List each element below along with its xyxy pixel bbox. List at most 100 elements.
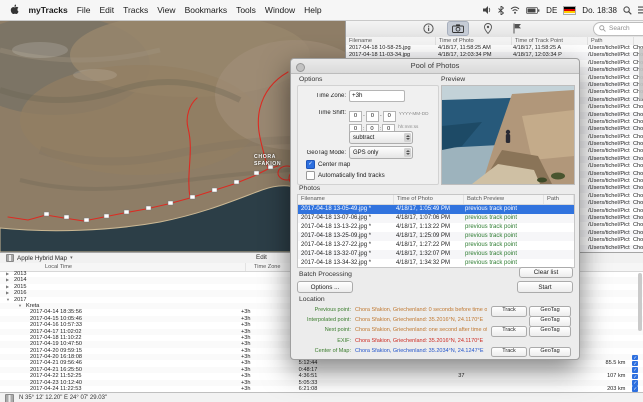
column-header-path[interactable]: Path (544, 195, 574, 204)
map-type-select[interactable]: Apple Hybrid Map (17, 255, 67, 262)
location-rows: Previous point:Chora Sfakion, Griechenla… (297, 305, 573, 356)
menu-item-edit[interactable]: Edit (95, 5, 119, 15)
cell-path: /Users/tichel/Pictures/201 (585, 75, 630, 82)
column-header-filename[interactable]: Filename (346, 37, 436, 45)
cell-time-of-photo: 4/18/17, 1:32:07 PM (393, 250, 462, 259)
chevron-down-icon: ▾ (70, 255, 73, 261)
pin-button[interactable] (478, 22, 498, 35)
search-input[interactable]: Search (593, 22, 643, 36)
cell-city: Cho (630, 141, 643, 148)
photo-preview (441, 85, 575, 185)
time-zone-input[interactable]: +3h (349, 90, 405, 102)
cell-city: Cho (630, 185, 643, 192)
photos-button[interactable] (447, 21, 469, 36)
row-checkbox[interactable]: ✓ (632, 355, 638, 361)
cell-city: Cho (630, 119, 643, 126)
cell-filename: 2017-04-18 13-13-22.jpg * (298, 223, 393, 232)
wifi-icon[interactable] (510, 6, 520, 14)
checkbox-box[interactable]: ✓ (306, 160, 315, 169)
bluetooth-icon[interactable] (498, 6, 504, 15)
german-flag-icon[interactable] (563, 6, 576, 15)
column-header-local-time[interactable]: Local Time (0, 263, 246, 271)
notification-center-icon[interactable] (638, 6, 643, 14)
shift-mode-value: subtract (353, 135, 374, 141)
menu-item-window[interactable]: Window (260, 5, 299, 15)
location-value: Chora Sfakion, Griechenland: 35.2016°N, … (355, 315, 487, 325)
dialog-photo-row[interactable]: 2017-04-18 13-27-22.jpg *4/18/17, 1:27:2… (298, 241, 574, 250)
checkbox-cell: ✓ (627, 355, 643, 361)
dialog-photo-row[interactable]: 2017-04-18 13-13-22.jpg *4/18/17, 1:13:2… (298, 223, 574, 232)
row-checkbox[interactable]: ✓ (632, 380, 638, 386)
info-button[interactable] (418, 22, 438, 35)
preview-section-label: Preview (441, 76, 465, 83)
date-format-hint: YYYY-MM-DD (399, 111, 429, 116)
vertical-scrollbar[interactable] (639, 48, 643, 100)
column-header-time-of-photo[interactable]: Time of Photo (394, 195, 464, 204)
map-grid-icon[interactable] (5, 394, 14, 402)
apple-menu[interactable] (6, 4, 24, 16)
cell-city: Cho (630, 200, 643, 207)
column-header-batch-preview[interactable]: Batch Preview (464, 195, 544, 204)
geotag-mode-select[interactable]: GPS only (349, 146, 413, 159)
location-label: EXIF: (297, 336, 351, 346)
dialog-titlebar[interactable]: Pool of Photos (291, 59, 579, 74)
row-checkbox[interactable]: ✓ (632, 361, 638, 367)
pool-photo-row[interactable]: 2017-04-18 10-58-25.jpg4/18/17, 11:58:25… (346, 45, 643, 52)
volume-icon[interactable] (483, 6, 492, 14)
batch-options-button[interactable]: Options ... (297, 281, 353, 293)
cell-path (541, 250, 574, 259)
close-button[interactable] (296, 63, 305, 72)
dialog-photo-row[interactable]: 2017-04-18 13-05-49.jpg *4/18/17, 1:05:4… (298, 205, 574, 214)
column-header-time-of-track-point[interactable]: Time of Track Point (512, 37, 588, 45)
dialog-photo-row[interactable]: 2017-04-18 13-07-06.jpg *4/18/17, 1:07:0… (298, 214, 574, 223)
cell-path: /Users/tichel/Pictures/201 (585, 67, 630, 74)
column-header-time-of-photo[interactable]: Time of Photo (436, 37, 512, 45)
column-header-path[interactable]: Path (588, 37, 634, 45)
location-row: Interpolated point:Chora Sfakion, Griech… (297, 315, 573, 325)
cell-city: Cho (630, 156, 643, 163)
cell-city: Cho (630, 134, 643, 141)
shift-mode-select[interactable]: subtract (349, 131, 413, 144)
row-checkbox[interactable]: ✓ (632, 367, 638, 373)
menu-item-view[interactable]: View (153, 5, 180, 15)
dialog-photo-row[interactable]: 2017-04-18 13-25-09.jpg *4/18/17, 1:25:0… (298, 232, 574, 241)
menu-clock[interactable]: Do. 18:38 (582, 6, 617, 15)
options-section-label: Options (299, 76, 322, 83)
cell-distance: 85.5 km (579, 360, 628, 366)
cell-path: /Users/tichel/Pictures/201 (585, 215, 630, 222)
cell-time-of-photo: 4/18/17, 1:34:32 PM (393, 259, 462, 268)
column-header-filename[interactable]: Filename (298, 195, 394, 204)
menu-item-tools[interactable]: Tools (232, 5, 261, 15)
location-value: Chora Sfakion, Griechenland: 35.2034°N, … (355, 346, 487, 356)
spotlight-icon[interactable] (623, 6, 632, 15)
track-button[interactable]: Track (491, 347, 527, 358)
cursor-coordinates: N 35° 12' 12.20" E 24° 07' 29.03" (19, 395, 107, 401)
menu-item-help[interactable]: Help (300, 5, 326, 15)
geotag-button[interactable]: GeoTag (529, 347, 571, 358)
cell-path: /Users/tichel/Pictures/201 (585, 148, 630, 155)
cell-city: Cho (630, 193, 643, 200)
menu-items: myTracksFileEditTracksViewBookmarksTools… (24, 5, 326, 15)
battery-icon[interactable] (526, 7, 540, 14)
vertical-scrollbar-tracks[interactable] (638, 273, 642, 331)
start-button[interactable]: Start (517, 281, 573, 293)
cell-path: /Users/tichel/Pictures/201 (585, 237, 630, 244)
cell-path: /Users/tichel/Pictures/201 (585, 156, 630, 163)
clear-list-button[interactable]: Clear list (519, 267, 573, 278)
menu-item-file[interactable]: File (72, 5, 95, 15)
menu-item-bookmarks[interactable]: Bookmarks (180, 5, 232, 15)
edit-button[interactable]: Edit (256, 253, 267, 263)
cell-path: /Users/tichel/Pictures/201 (585, 171, 630, 178)
menu-item-tracks[interactable]: Tracks (119, 5, 153, 15)
checkbox-auto-find-tracks[interactable]: Automatically find tracks (306, 171, 385, 180)
keyboard-language[interactable]: DE (546, 6, 557, 15)
checkbox-box[interactable] (306, 171, 315, 180)
column-header-city[interactable] (634, 37, 643, 45)
checkbox-center-map[interactable]: ✓Center map (306, 160, 350, 169)
location-value: Chora Sfakion, Griechenland: one second … (355, 325, 487, 335)
menu-item-mytracks[interactable]: myTracks (24, 5, 72, 15)
cell-city: Cho (630, 171, 643, 178)
dialog-photo-row[interactable]: 2017-04-18 13-32-07.jpg *4/18/17, 1:32:0… (298, 250, 574, 259)
flag-button[interactable] (507, 22, 527, 35)
row-checkbox[interactable]: ✓ (632, 374, 638, 380)
